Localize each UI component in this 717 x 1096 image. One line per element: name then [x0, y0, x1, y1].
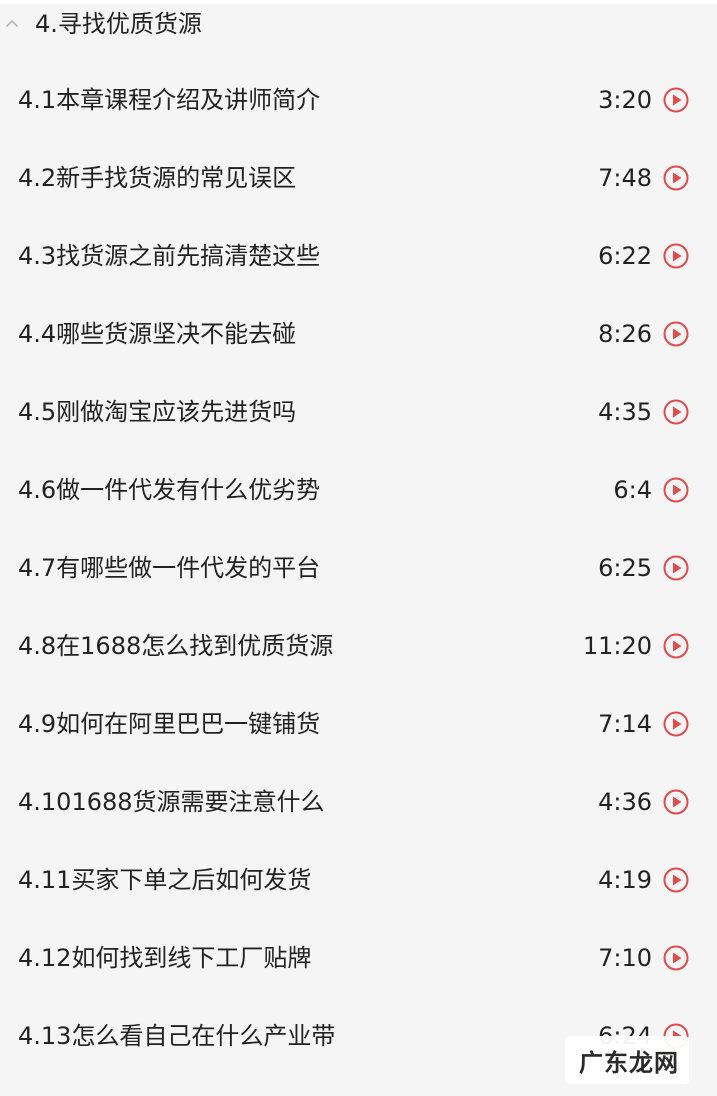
- lesson-duration: 6:25: [598, 554, 652, 582]
- lesson-row[interactable]: 4.6做一件代发有什么优劣势 6:4: [0, 451, 717, 529]
- lesson-title: 4.13怎么看自己在什么产业带: [18, 1022, 336, 1050]
- lesson-row[interactable]: 4.11买家下单之后如何发货 4:19: [0, 841, 717, 919]
- lesson-title: 4.2新手找货源的常见误区: [18, 164, 297, 192]
- lesson-title: 4.1本章课程介绍及讲师简介: [18, 86, 321, 114]
- lesson-duration: 6:22: [598, 242, 652, 270]
- lesson-list: 4.1本章课程介绍及讲师简介 3:20 4.2新手找货源的常见误区 7:48 4…: [0, 61, 717, 1075]
- play-circle-icon[interactable]: [663, 555, 689, 581]
- chevron-up-icon[interactable]: [5, 17, 19, 31]
- play-circle-icon[interactable]: [663, 87, 689, 113]
- watermark: 广东龙网: [565, 1036, 689, 1084]
- play-circle-icon[interactable]: [663, 711, 689, 737]
- lesson-title: 4.4哪些货源坚决不能去碰: [18, 320, 297, 348]
- lesson-title: 4.9如何在阿里巴巴一键铺货: [18, 710, 321, 738]
- lesson-duration: 7:10: [598, 944, 652, 972]
- lesson-title: 4.11买家下单之后如何发货: [18, 866, 312, 894]
- lesson-row[interactable]: 4.7有哪些做一件代发的平台 6:25: [0, 529, 717, 607]
- play-circle-icon[interactable]: [663, 789, 689, 815]
- lesson-duration: 4:36: [598, 788, 652, 816]
- lesson-duration: 7:48: [598, 164, 652, 192]
- lesson-row[interactable]: 4.2新手找货源的常见误区 7:48: [0, 139, 717, 217]
- lesson-title: 4.7有哪些做一件代发的平台: [18, 554, 321, 582]
- lesson-title: 4.101688货源需要注意什么: [18, 788, 325, 816]
- lesson-row[interactable]: 4.101688货源需要注意什么 4:36: [0, 763, 717, 841]
- lesson-title: 4.5刚做淘宝应该先进货吗: [18, 398, 297, 426]
- play-circle-icon[interactable]: [663, 477, 689, 503]
- lesson-duration: 4:19: [598, 866, 652, 894]
- section-title: 4.寻找优质货源: [35, 10, 202, 38]
- lesson-duration: 7:14: [598, 710, 652, 738]
- play-circle-icon[interactable]: [663, 165, 689, 191]
- play-circle-icon[interactable]: [663, 399, 689, 425]
- lesson-row[interactable]: 4.3找货源之前先搞清楚这些 6:22: [0, 217, 717, 295]
- lesson-duration: 11:20: [582, 632, 652, 660]
- lesson-duration: 6:4: [613, 476, 652, 504]
- lesson-duration: 4:35: [598, 398, 652, 426]
- lesson-duration: 8:26: [598, 320, 652, 348]
- lesson-row[interactable]: 4.9如何在阿里巴巴一键铺货 7:14: [0, 685, 717, 763]
- play-circle-icon[interactable]: [663, 867, 689, 893]
- lesson-row[interactable]: 4.12如何找到线下工厂贴牌 7:10: [0, 919, 717, 997]
- play-circle-icon[interactable]: [663, 321, 689, 347]
- lesson-title: 4.12如何找到线下工厂贴牌: [18, 944, 312, 972]
- section-header[interactable]: 4.寻找优质货源: [0, 4, 717, 44]
- lesson-title: 4.6做一件代发有什么优劣势: [18, 476, 321, 504]
- lesson-duration: 3:20: [598, 86, 652, 114]
- watermark-text: 广东龙网: [579, 1048, 679, 1077]
- lesson-row[interactable]: 4.8在1688怎么找到优质货源 11:20: [0, 607, 717, 685]
- lesson-row[interactable]: 4.1本章课程介绍及讲师简介 3:20: [0, 61, 717, 139]
- play-circle-icon[interactable]: [663, 633, 689, 659]
- play-circle-icon[interactable]: [663, 243, 689, 269]
- play-circle-icon[interactable]: [663, 945, 689, 971]
- lesson-row[interactable]: 4.5刚做淘宝应该先进货吗 4:35: [0, 373, 717, 451]
- lesson-title: 4.8在1688怎么找到优质货源: [18, 632, 334, 660]
- lesson-title: 4.3找货源之前先搞清楚这些: [18, 242, 321, 270]
- lesson-row[interactable]: 4.4哪些货源坚决不能去碰 8:26: [0, 295, 717, 373]
